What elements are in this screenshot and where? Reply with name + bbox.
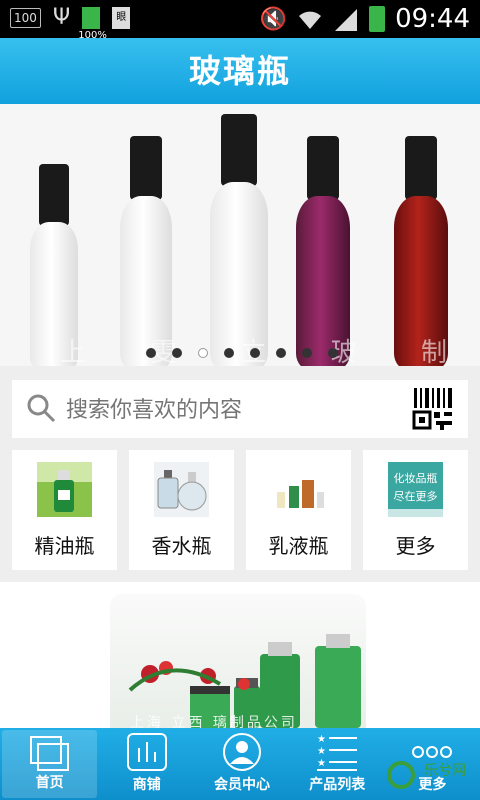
carousel-dot[interactable] xyxy=(302,348,312,358)
list-icon: ★ ★ ★ xyxy=(317,734,358,771)
svg-text:★: ★ xyxy=(317,758,326,769)
nav-product-list[interactable]: ★ ★ ★ 产品列表 xyxy=(290,728,385,800)
category-essential-oil[interactable]: 精油瓶 xyxy=(12,450,117,570)
carousel-dot[interactable] xyxy=(276,348,286,358)
category-label: 更多 xyxy=(395,534,436,558)
signal-icon xyxy=(335,9,358,31)
product-showcase: 上海 立西 璃制品公司 xyxy=(0,582,480,728)
nav-label: 会员中心 xyxy=(214,777,270,793)
status-bar: 100 Ψ 100% 眼 🔇 09:44 xyxy=(0,0,480,41)
mute-icon: 🔇 xyxy=(259,6,288,32)
category-label: 精油瓶 xyxy=(34,534,95,558)
more-image-text: 尽在更多 xyxy=(393,490,438,503)
perfume-bottle-image xyxy=(154,462,209,517)
battery-icon xyxy=(369,6,386,32)
banner-bottle xyxy=(210,114,268,366)
nav-label: 产品列表 xyxy=(309,777,366,793)
carousel-dot[interactable] xyxy=(224,348,234,358)
svg-text:★: ★ xyxy=(317,746,326,757)
svg-text:★: ★ xyxy=(317,734,326,745)
nav-label: 商铺 xyxy=(132,777,161,793)
carousel-dots[interactable] xyxy=(146,348,338,358)
banner-carousel[interactable]: 上 雯 立 玻 制 公 司 xyxy=(0,104,480,366)
doc-icon: 眼 xyxy=(112,7,131,29)
notification-badge: 100 xyxy=(10,8,41,28)
category-perfume[interactable]: 香水瓶 xyxy=(129,450,234,570)
search-input[interactable] xyxy=(64,380,398,440)
nav-label: 首页 xyxy=(35,775,64,791)
page-title: 玻璃瓶 xyxy=(188,52,291,90)
category-more[interactable]: 化妆品瓶 尽在更多 更多 xyxy=(363,450,468,570)
more-image-text: 化妆品瓶 xyxy=(393,472,438,485)
wifi-icon xyxy=(299,11,322,29)
watermark-brand: 乐兮网 xyxy=(424,763,466,779)
product-caption: 上海 立西 璃制品公司 xyxy=(130,715,298,728)
barcode-scan-icon[interactable] xyxy=(412,386,456,432)
clock: 09:44 xyxy=(395,4,470,34)
nav-home[interactable]: 首页 xyxy=(2,730,98,798)
home-icon xyxy=(29,736,69,771)
product-image[interactable]: 上海 立西 璃制品公司 xyxy=(110,594,366,728)
carousel-dot[interactable] xyxy=(250,348,260,358)
nav-member-center[interactable]: 会员中心 xyxy=(194,728,289,800)
lotion-bottle-image xyxy=(271,462,326,517)
search-bar[interactable] xyxy=(12,380,468,440)
carousel-dot[interactable] xyxy=(146,348,156,358)
usb-icon: Ψ xyxy=(52,5,71,30)
category-grid: 精油瓶 香水瓶 乳液瓶 化妆品瓶 尽在更多 更多 xyxy=(12,450,468,570)
shop-chart-icon xyxy=(126,733,167,771)
title-bar: 玻璃瓶 xyxy=(0,38,480,104)
carousel-dot[interactable] xyxy=(198,348,208,358)
category-label: 乳液瓶 xyxy=(268,534,329,558)
more-category-image: 化妆品瓶 尽在更多 xyxy=(388,462,443,517)
category-lotion[interactable]: 乳液瓶 xyxy=(246,450,351,570)
lexun-logo-icon xyxy=(387,761,415,789)
search-icon[interactable] xyxy=(26,393,56,423)
carousel-dot[interactable] xyxy=(328,348,338,358)
carousel-dot[interactable] xyxy=(172,348,182,358)
essential-oil-bottle-image xyxy=(37,462,92,517)
user-icon xyxy=(223,733,261,771)
nav-shop[interactable]: 商铺 xyxy=(99,728,194,800)
product-bottles-illustration xyxy=(128,634,361,728)
battery-notification-icon: 100% xyxy=(78,7,107,41)
category-label: 香水瓶 xyxy=(151,534,212,558)
